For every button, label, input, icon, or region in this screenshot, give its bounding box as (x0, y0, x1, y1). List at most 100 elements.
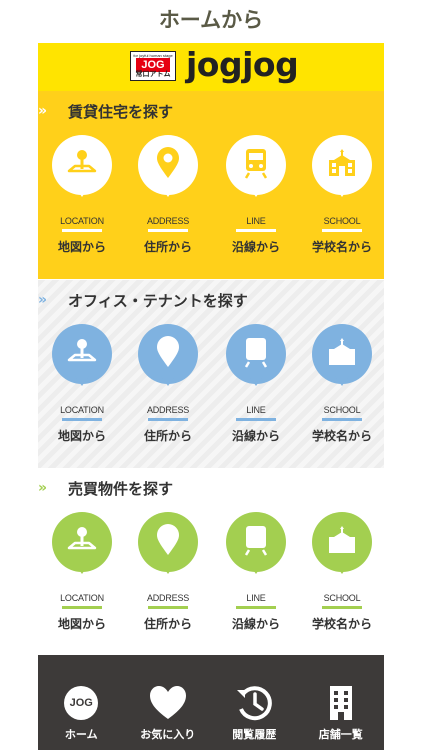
underline-bar (62, 606, 102, 609)
search-by-address-button[interactable]: ADDRESS 住所から (132, 135, 204, 255)
school-icon (325, 523, 359, 561)
pin-badge (226, 512, 286, 580)
search-by-line-button[interactable]: LINE 沿線から (220, 135, 292, 255)
search-by-address-button[interactable]: ADDRESS 住所から (132, 512, 204, 632)
train-icon (241, 335, 271, 373)
tab-history[interactable]: 閲覧履歴 (211, 655, 298, 750)
underline-bar (236, 606, 276, 609)
item-label-en: SCHOOL (323, 593, 361, 603)
pin-badge (138, 324, 198, 392)
item-label-en: LINE (246, 405, 266, 415)
train-icon (241, 146, 271, 184)
item-label-en: LOCATION (60, 593, 104, 603)
item-label-en: LOCATION (60, 216, 104, 226)
map-pin-icon (65, 146, 99, 184)
chevron-right-icon: » (38, 292, 47, 308)
underline-bar (322, 229, 362, 232)
underline-bar (62, 418, 102, 421)
tab-home[interactable]: JOG ホーム (38, 655, 125, 750)
chevron-right-icon: » (38, 480, 47, 496)
school-icon (325, 335, 359, 373)
pin-badge (226, 324, 286, 392)
pin-badge (138, 512, 198, 580)
item-label-jp: 住所から (143, 617, 192, 631)
underline-bar (322, 606, 362, 609)
item-label-jp: 地図から (57, 617, 106, 631)
map-pin-icon (65, 523, 99, 561)
pin-badge (138, 135, 198, 203)
pin-badge (226, 135, 286, 203)
item-label-jp: 学校名から (311, 429, 372, 443)
brand-name: jogjog (186, 45, 299, 84)
heart-icon (125, 683, 212, 723)
history-icon (211, 683, 298, 723)
section-office: » オフィス・テナントを探す LOCATION 地図から ADDRESS 住所か… (38, 280, 384, 468)
section-header: » 賃貸住宅を探す (38, 99, 173, 123)
item-label-jp: 沿線から (231, 617, 280, 631)
tab-favorites[interactable]: お気に入り (125, 655, 212, 750)
location-marker-icon (154, 146, 182, 184)
item-label-en: ADDRESS (146, 405, 190, 415)
tab-label: お気に入り (140, 728, 196, 741)
location-marker-icon (154, 335, 182, 373)
item-label-en: SCHOOL (323, 216, 361, 226)
search-by-line-button[interactable]: LINE 沿線から (220, 512, 292, 632)
item-label-jp: 沿線から (231, 429, 280, 443)
logo-company-name: 常口アトム (135, 70, 171, 78)
item-label-en: ADDRESS (146, 593, 190, 603)
train-icon (241, 523, 271, 561)
item-label-en: LINE (246, 593, 266, 603)
item-label-jp: 学校名から (311, 617, 372, 631)
jog-company-logo: for joyful human stage JOG 常口アトム (130, 51, 176, 81)
location-marker-icon (154, 523, 182, 561)
item-label-en: LOCATION (60, 405, 104, 415)
pin-badge (312, 512, 372, 580)
item-label-jp: 沿線から (231, 240, 280, 254)
underline-bar (148, 606, 188, 609)
item-label-en: SCHOOL (323, 405, 361, 415)
bottom-tab-bar: JOG ホーム お気に入り 閲覧履歴 店舗一覧 (38, 655, 384, 750)
section-header: » オフィス・テナントを探す (38, 288, 248, 312)
underline-bar (148, 418, 188, 421)
search-by-address-button[interactable]: ADDRESS 住所から (132, 324, 204, 444)
item-label-jp: 地図から (57, 240, 106, 254)
underline-bar (148, 229, 188, 232)
brand-banner: for joyful human stage JOG 常口アトム jogjog (38, 43, 384, 91)
pin-badge (312, 324, 372, 392)
chevron-right-icon: » (38, 103, 47, 119)
pin-badge (312, 135, 372, 203)
section-title: 売買物件を探す (68, 479, 174, 498)
pin-badge (52, 324, 112, 392)
underline-bar (236, 229, 276, 232)
map-pin-icon (65, 335, 99, 373)
section-sale: » 売買物件を探す LOCATION 地図から ADDRESS 住所から LIN… (38, 468, 384, 656)
item-label-jp: 住所から (143, 429, 192, 443)
search-by-location-button[interactable]: LOCATION 地図から (46, 135, 118, 255)
pin-badge (52, 512, 112, 580)
item-label-jp: 学校名から (311, 240, 372, 254)
search-by-line-button[interactable]: LINE 沿線から (220, 324, 292, 444)
underline-bar (322, 418, 362, 421)
tab-label: 閲覧履歴 (232, 728, 277, 741)
search-by-school-button[interactable]: SCHOOL 学校名から (306, 324, 378, 444)
section-title: オフィス・テナントを探す (68, 291, 248, 310)
item-label-jp: 地図から (57, 429, 106, 443)
search-by-location-button[interactable]: LOCATION 地図から (46, 324, 118, 444)
item-label-en: ADDRESS (146, 216, 190, 226)
jog-logo-icon: JOG (64, 686, 99, 720)
item-label-jp: 住所から (143, 240, 192, 254)
search-by-school-button[interactable]: SCHOOL 学校名から (306, 135, 378, 255)
tab-label: 店舗一覧 (318, 728, 363, 741)
tab-store-list[interactable]: 店舗一覧 (298, 655, 385, 750)
underline-bar (236, 418, 276, 421)
tab-label: ホーム (64, 728, 98, 741)
page-title: ホームから (158, 8, 264, 32)
search-by-location-button[interactable]: LOCATION 地図から (46, 512, 118, 632)
section-title: 賃貸住宅を探す (68, 102, 174, 121)
building-icon (298, 683, 385, 723)
pin-badge (52, 135, 112, 203)
section-rent: » 賃貸住宅を探す LOCATION 地図から ADDRESS 住所から LIN… (38, 91, 384, 279)
search-by-school-button[interactable]: SCHOOL 学校名から (306, 512, 378, 632)
item-label-en: LINE (246, 216, 266, 226)
section-header: » 売買物件を探す (38, 476, 173, 500)
